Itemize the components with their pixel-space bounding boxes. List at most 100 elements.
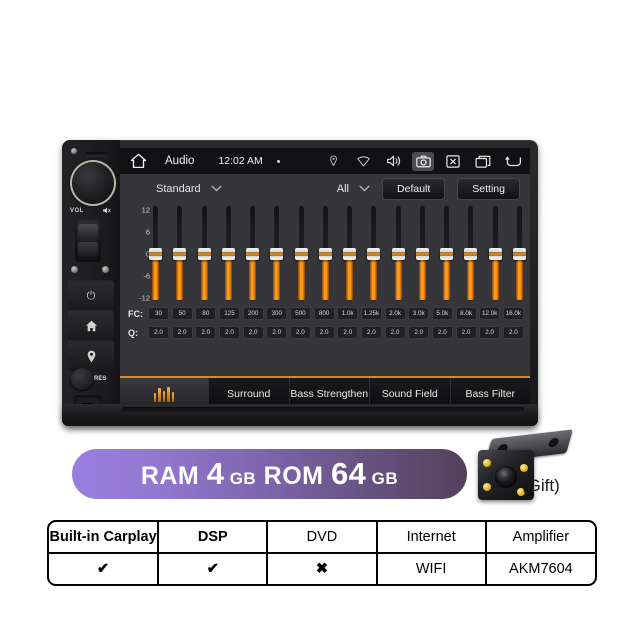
fc-cell[interactable]: 800 bbox=[313, 307, 335, 320]
q-cell[interactable]: 2.0 bbox=[195, 326, 217, 339]
q-cell[interactable]: 2.0 bbox=[479, 326, 501, 339]
eq-slider-handle[interactable] bbox=[270, 248, 284, 260]
q-cell[interactable]: 2.0 bbox=[455, 326, 477, 339]
eq-slider-handle[interactable] bbox=[294, 248, 308, 260]
eq-slider[interactable] bbox=[415, 206, 429, 302]
fc-cell[interactable]: 50 bbox=[171, 307, 193, 320]
eq-slider[interactable] bbox=[318, 206, 332, 302]
fc-cell[interactable]: 16.0k bbox=[502, 307, 524, 320]
close-box-icon[interactable] bbox=[442, 152, 464, 171]
eq-slider-fill bbox=[249, 256, 257, 300]
eq-slider-handle[interactable] bbox=[149, 248, 162, 260]
q-cell[interactable]: 2.0 bbox=[408, 326, 430, 339]
eq-slider-fill bbox=[297, 256, 305, 300]
location-pin-icon[interactable] bbox=[322, 152, 344, 171]
rom-label: ROM bbox=[263, 462, 324, 490]
fc-cell[interactable]: 2.0k bbox=[384, 307, 406, 320]
eq-slider[interactable] bbox=[367, 206, 381, 302]
eq-slider[interactable] bbox=[464, 206, 478, 302]
camera-icon[interactable] bbox=[412, 151, 434, 171]
q-cell-group: 2.0 2.0 2.0 2.0 2.0 2.0 2.0 2.0 2.0 2.0 2.0 2.0 2.0 2… bbox=[148, 326, 524, 339]
q-cell[interactable]: 2.0 bbox=[289, 326, 311, 339]
eq-slider[interactable] bbox=[512, 206, 526, 302]
setting-button[interactable]: Setting bbox=[457, 178, 520, 200]
wifi-icon[interactable] bbox=[352, 152, 374, 171]
q-cell[interactable]: 2.0 bbox=[148, 326, 169, 339]
eq-slider-handle[interactable] bbox=[512, 248, 526, 260]
eq-slider[interactable] bbox=[246, 206, 260, 302]
eq-slider-handle[interactable] bbox=[464, 248, 478, 260]
fc-cell[interactable]: 8.0k bbox=[455, 307, 477, 320]
eq-slider[interactable] bbox=[440, 206, 454, 302]
eq-slider-handle[interactable] bbox=[391, 248, 405, 260]
q-cell[interactable]: 2.0 bbox=[313, 326, 335, 339]
eq-slider[interactable] bbox=[197, 206, 211, 302]
q-row: Q: 2.0 2.0 2.0 2.0 2.0 2.0 2.0 2.0 2.0 2.0 2.0 2.0 2… bbox=[120, 323, 530, 342]
status-bar: Audio 12:02 AM bbox=[120, 148, 530, 174]
mute-speaker-icon[interactable] bbox=[102, 206, 111, 217]
eq-slider-handle[interactable] bbox=[197, 248, 211, 260]
rom-value: 64 bbox=[330, 456, 367, 491]
eq-slider-handle[interactable] bbox=[246, 248, 260, 260]
eq-slider-handle[interactable] bbox=[221, 248, 235, 260]
q-cell[interactable]: 2.0 bbox=[266, 326, 288, 339]
volume-icon[interactable] bbox=[382, 152, 404, 171]
gift-label: (Gift) bbox=[522, 476, 560, 495]
q-cell[interactable]: 2.0 bbox=[337, 326, 359, 339]
preset-dropdown[interactable]: Standard bbox=[156, 183, 222, 195]
q-cell[interactable]: 2.0 bbox=[502, 326, 524, 339]
eq-slider-handle[interactable] bbox=[440, 248, 454, 260]
eq-slider-fill bbox=[176, 256, 184, 300]
eq-slider[interactable] bbox=[294, 206, 308, 302]
eq-slider-handle[interactable] bbox=[367, 248, 381, 260]
eq-slider-handle[interactable] bbox=[415, 248, 429, 260]
fc-cell[interactable]: 1.25k bbox=[360, 307, 382, 320]
fc-cell[interactable]: 1.0k bbox=[337, 307, 359, 320]
feature-mark-cell: ✖ bbox=[266, 552, 378, 584]
fc-cell[interactable]: 300 bbox=[266, 307, 288, 320]
q-cell[interactable]: 2.0 bbox=[431, 326, 453, 339]
ram-value: 4 bbox=[206, 456, 225, 491]
power-button[interactable]: ⏻ bbox=[68, 280, 114, 311]
reset-button[interactable] bbox=[71, 368, 93, 390]
eq-slider[interactable] bbox=[488, 206, 502, 302]
fc-cell[interactable]: 12.0k bbox=[479, 307, 501, 320]
channel-dropdown[interactable]: All bbox=[337, 183, 370, 195]
eq-slider[interactable] bbox=[391, 206, 405, 302]
fc-cell[interactable]: 125 bbox=[218, 307, 240, 320]
eq-slider-handle[interactable] bbox=[318, 248, 332, 260]
eq-slider-fill bbox=[370, 256, 378, 300]
fc-cell[interactable]: 30 bbox=[148, 307, 169, 320]
eq-slider[interactable] bbox=[270, 206, 284, 302]
eq-slider-fill bbox=[443, 256, 451, 300]
q-cell[interactable]: 2.0 bbox=[171, 326, 193, 339]
eq-slider[interactable] bbox=[149, 206, 162, 302]
volume-knob[interactable] bbox=[72, 162, 114, 204]
home-button[interactable] bbox=[68, 310, 114, 341]
default-button[interactable]: Default bbox=[382, 178, 446, 200]
eq-slider[interactable] bbox=[173, 206, 187, 302]
seek-rocker-switch[interactable] bbox=[75, 218, 101, 262]
fc-cell[interactable]: 80 bbox=[195, 307, 217, 320]
fc-cell[interactable]: 500 bbox=[289, 307, 311, 320]
recents-icon[interactable] bbox=[472, 152, 494, 171]
eq-slider-handle[interactable] bbox=[488, 248, 502, 260]
eq-control-row: Standard All Default Setting bbox=[120, 174, 530, 204]
q-cell[interactable]: 2.0 bbox=[242, 326, 264, 339]
home-icon[interactable] bbox=[130, 153, 147, 169]
back-icon[interactable] bbox=[502, 152, 524, 171]
fc-cell[interactable]: 5.0k bbox=[431, 307, 453, 320]
q-cell[interactable]: 2.0 bbox=[360, 326, 382, 339]
eq-slider-handle[interactable] bbox=[343, 248, 357, 260]
eq-slider[interactable] bbox=[221, 206, 235, 302]
camera-led bbox=[483, 459, 491, 467]
q-cell[interactable]: 2.0 bbox=[218, 326, 240, 339]
ram-rom-banner: RAM 4 GB ROM 64 GB bbox=[72, 449, 467, 499]
navigation-button[interactable] bbox=[68, 340, 114, 371]
fc-cell[interactable]: 3.0k bbox=[408, 307, 430, 320]
eq-slider[interactable] bbox=[343, 206, 357, 302]
eq-slider-handle[interactable] bbox=[173, 248, 187, 260]
fc-cell[interactable]: 200 bbox=[242, 307, 264, 320]
q-cell[interactable]: 2.0 bbox=[384, 326, 406, 339]
feature-header-cell: DVD bbox=[266, 522, 378, 554]
